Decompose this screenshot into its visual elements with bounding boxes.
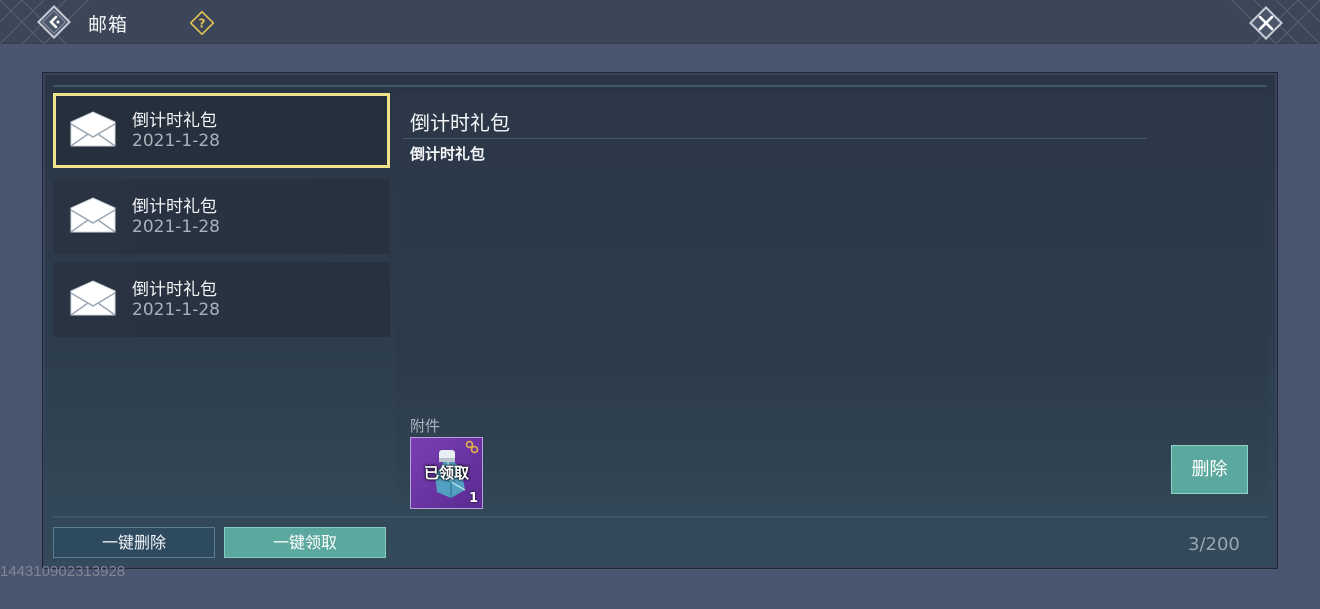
- divider: [53, 85, 1267, 87]
- close-icon: [1249, 6, 1283, 40]
- question-icon: ?: [189, 10, 215, 36]
- svg-text:?: ?: [199, 17, 206, 31]
- mail-date: 2021-1-28: [132, 300, 220, 320]
- envelope-icon: [70, 111, 116, 147]
- user-id: 144310902313928: [0, 563, 126, 580]
- divider: [53, 516, 1267, 518]
- divider: [403, 138, 1147, 139]
- mail-detail-title: 倒计时礼包: [410, 111, 510, 135]
- mail-title: 倒计时礼包: [132, 280, 217, 300]
- mail-date: 2021-1-28: [132, 217, 220, 237]
- claim-all-button[interactable]: 一键领取: [224, 527, 386, 558]
- link-icon: [465, 440, 479, 454]
- help-button[interactable]: ?: [189, 10, 215, 36]
- mail-item[interactable]: 倒计时礼包 2021-1-28: [53, 179, 390, 254]
- close-button[interactable]: [1246, 3, 1286, 43]
- mail-title: 倒计时礼包: [132, 197, 217, 217]
- delete-button[interactable]: 删除: [1171, 445, 1248, 494]
- claimed-label: 已领取: [423, 464, 469, 482]
- mail-item[interactable]: 倒计时礼包 2021-1-28: [53, 93, 390, 168]
- mail-count: 3/200: [1188, 534, 1240, 555]
- mail-item[interactable]: 倒计时礼包 2021-1-28: [53, 262, 390, 337]
- top-bar: 邮箱 ?: [0, 0, 1320, 44]
- back-button[interactable]: [36, 4, 72, 40]
- mail-date: 2021-1-28: [132, 131, 220, 151]
- envelope-icon: [70, 197, 116, 233]
- attachment-label: 附件: [410, 417, 441, 435]
- mailbox-panel: 倒计时礼包 2021-1-28 倒计时礼包 2021-1-28 倒计时礼包 20…: [42, 72, 1278, 569]
- delete-all-button[interactable]: 一键删除: [53, 527, 215, 558]
- mail-detail: 倒计时礼包 倒计时礼包 附件 已领取 1 删除: [395, 93, 1267, 511]
- attachment-item[interactable]: 已领取 1: [410, 437, 483, 509]
- mail-detail-body: 倒计时礼包: [410, 145, 486, 163]
- page-title: 邮箱: [88, 14, 129, 36]
- attachment-quantity: 1: [468, 491, 478, 506]
- back-arrow-icon: [37, 5, 71, 39]
- envelope-icon: [70, 280, 116, 316]
- mail-title: 倒计时礼包: [132, 111, 217, 131]
